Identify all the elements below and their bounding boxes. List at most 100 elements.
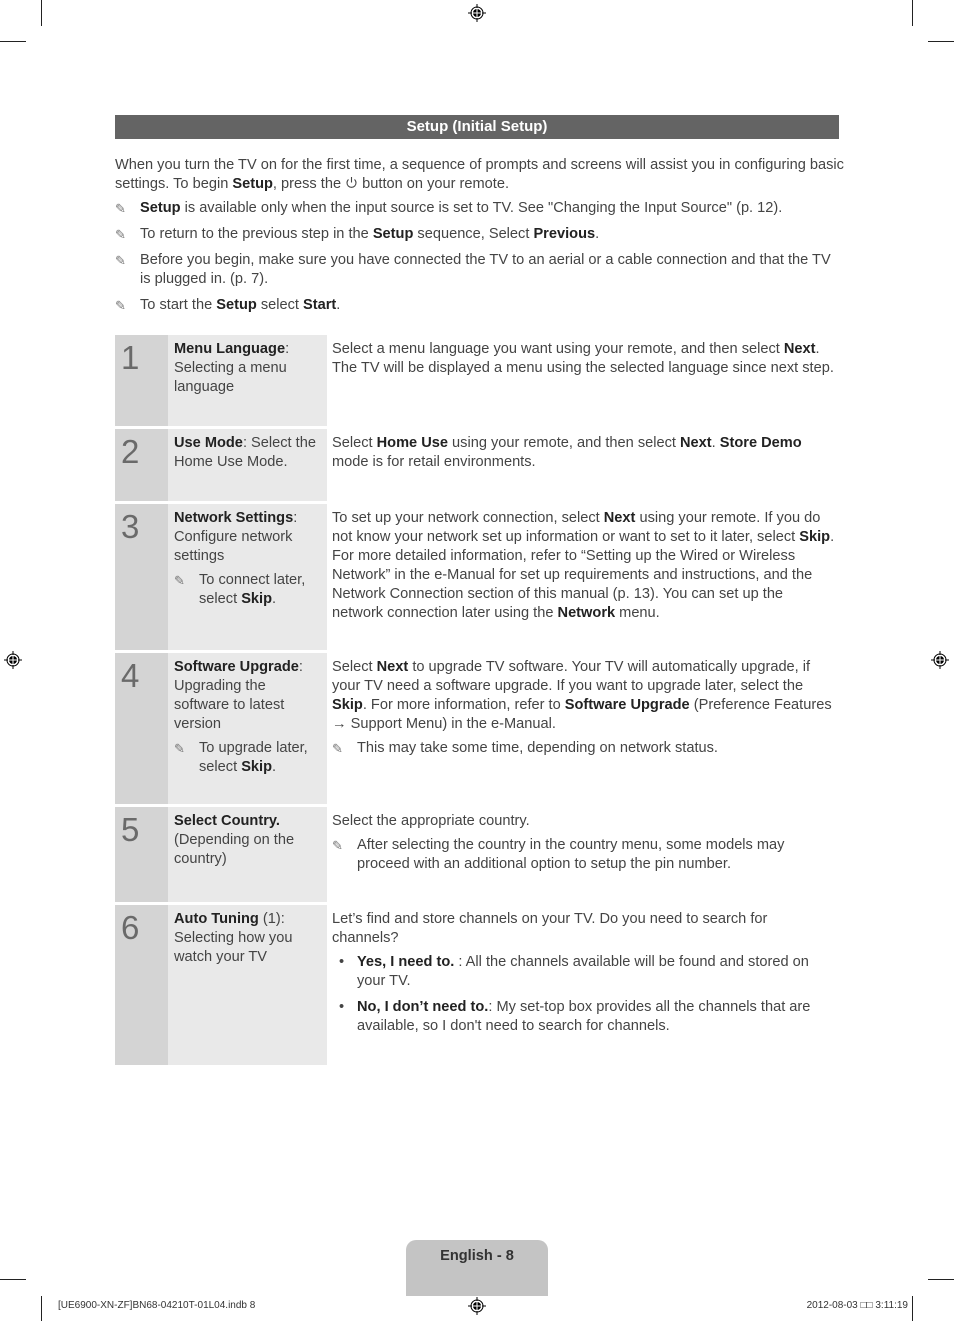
step-description: Let’s find and store channels on your TV… xyxy=(327,905,839,1065)
bold-term: Menu Language xyxy=(174,341,286,357)
bold-term: Next xyxy=(680,435,712,451)
note-pencil-icon: ✎ xyxy=(115,298,126,313)
registration-mark-icon xyxy=(468,4,486,22)
crop-mark xyxy=(41,0,42,26)
bold-term: Previous xyxy=(533,226,596,242)
step-description: Select Home Use using your remote, and t… xyxy=(327,429,839,501)
bold-term: Yes, I need to. xyxy=(357,954,455,970)
description-paragraph: Select the appropriate country. xyxy=(332,813,530,829)
step-name: Software Upgrade: Upgrading the software… xyxy=(168,653,327,804)
step-row: 6 Auto Tuning (1): Selecting how you watc… xyxy=(115,905,839,1065)
crop-mark xyxy=(0,41,26,42)
crop-mark xyxy=(928,1279,954,1280)
bold-term: Skip xyxy=(799,529,831,545)
note-pencil-icon: ✎ xyxy=(115,201,126,216)
note-text: To return to the previous step in the Se… xyxy=(140,226,600,242)
bold-term: Setup xyxy=(232,176,273,192)
description-paragraph: Let’s find and store channels on your TV… xyxy=(332,911,768,946)
step-name: Use Mode: Select the Home Use Mode. xyxy=(168,429,327,501)
bold-term: Next xyxy=(783,341,816,357)
option-item: • Yes, I need to. : All the channels avai… xyxy=(332,953,835,991)
crop-mark xyxy=(41,1296,42,1321)
intro-note: ✎ To return to the previous step in the S… xyxy=(115,225,845,244)
step-row: 4 Software Upgrade: Upgrading the softwar… xyxy=(115,653,839,804)
step-row: 5 Select Country. (Depending on the count… xyxy=(115,807,839,902)
step-title: Network Settings: Configure network sett… xyxy=(174,510,298,564)
bold-term: Setup xyxy=(216,297,257,313)
step-number: 5 xyxy=(115,807,168,902)
bold-term: Skip xyxy=(241,759,273,775)
step-description: Select a menu language you want using yo… xyxy=(327,335,839,426)
step-title: Menu Language: Selecting a menu language xyxy=(174,341,290,395)
bold-term: Software Upgrade xyxy=(564,697,690,713)
intro-note: ✎ Before you begin, make sure you have co… xyxy=(115,251,845,289)
note-text: This may take some time, depending on ne… xyxy=(357,740,718,756)
step-name-note: ✎ To upgrade later, select Skip. xyxy=(174,739,321,777)
registration-mark-icon xyxy=(468,1297,486,1315)
bold-term: Use Mode xyxy=(174,435,243,451)
bold-term: Home Use xyxy=(376,435,448,451)
registration-mark-icon xyxy=(4,651,22,669)
registration-mark-icon xyxy=(931,651,949,669)
bold-term: Auto Tuning xyxy=(174,911,259,927)
page-number-tab: English - 8 xyxy=(406,1240,548,1296)
step-number: 4 xyxy=(115,653,168,804)
description-note: ✎ After selecting the country in the coun… xyxy=(332,836,835,874)
note-pencil-icon: ✎ xyxy=(115,253,126,268)
option-text: Yes, I need to. : All the channels avail… xyxy=(357,954,809,989)
step-name: Network Settings: Configure network sett… xyxy=(168,504,327,650)
intro-note: ✎ To start the Setup select Start. xyxy=(115,296,845,315)
intro-paragraph: When you turn the TV on for the first ti… xyxy=(115,157,844,192)
print-timestamp: 2012-08-03 □□ 3:11:19 xyxy=(806,1300,908,1311)
step-description: Select the appropriate country. ✎ After se… xyxy=(327,807,839,902)
bold-term: Network xyxy=(557,605,616,621)
bold-term: Next xyxy=(376,659,409,675)
step-number: 1 xyxy=(115,335,168,426)
note-pencil-icon: ✎ xyxy=(332,838,343,853)
note-pencil-icon: ✎ xyxy=(174,741,185,756)
bold-term: Skip xyxy=(241,591,273,607)
note-pencil-icon: ✎ xyxy=(115,227,126,242)
note-pencil-icon: ✎ xyxy=(332,741,343,756)
note-pencil-icon: ✎ xyxy=(174,573,185,588)
note-text: Setup is available only when the input s… xyxy=(140,200,783,216)
bold-term: Select Country. xyxy=(174,813,280,829)
intro-notes: ✎ Setup is available only when the input … xyxy=(115,199,845,315)
description-paragraph: To set up your network connection, selec… xyxy=(332,510,835,621)
bullet-icon: • xyxy=(339,999,345,1015)
note-text: To start the Setup select Start. xyxy=(140,297,341,313)
note-text: To connect later, select Skip. xyxy=(199,572,306,607)
note-text: Before you begin, make sure you have con… xyxy=(140,252,831,287)
step-title: Auto Tuning (1): Selecting how you watch… xyxy=(174,911,293,965)
step-name-note: ✎ To connect later, select Skip. xyxy=(174,571,321,609)
file-info: [UE6900-XN-ZF]BN68-04210T-01L04.indb 8 xyxy=(58,1300,256,1311)
bold-term: Skip xyxy=(332,697,363,713)
steps-table: 1 Menu Language: Selecting a menu languag… xyxy=(115,335,839,1068)
step-name: Auto Tuning (1): Selecting how you watch… xyxy=(168,905,327,1065)
description-paragraph: Select Next to upgrade TV software. Your… xyxy=(332,659,832,732)
option-list: • Yes, I need to. : All the channels avai… xyxy=(332,953,835,1036)
intro: When you turn the TV on for the first ti… xyxy=(115,156,845,322)
crop-mark xyxy=(928,41,954,42)
step-row: 3 Network Settings: Configure network set… xyxy=(115,504,839,650)
bold-term: No, I don’t need to. xyxy=(357,999,489,1015)
section-title: Setup (Initial Setup) xyxy=(115,115,839,139)
step-title: Select Country. (Depending on the countr… xyxy=(174,813,295,867)
bold-term: Software Upgrade xyxy=(174,659,299,675)
step-name: Menu Language: Selecting a menu language xyxy=(168,335,327,426)
step-number: 2 xyxy=(115,429,168,501)
crop-mark xyxy=(912,1296,913,1321)
step-number: 6 xyxy=(115,905,168,1065)
bold-term: Setup xyxy=(372,226,414,242)
bold-term: Next xyxy=(603,510,636,526)
step-row: 2 Use Mode: Select the Home Use Mode. Sele… xyxy=(115,429,839,501)
note-text: After selecting the country in the count… xyxy=(357,837,785,872)
crop-mark xyxy=(0,1279,26,1280)
description-paragraph: Select a menu language you want using yo… xyxy=(332,341,834,376)
crop-mark xyxy=(912,0,913,26)
step-description: To set up your network connection, selec… xyxy=(327,504,839,650)
bold-term: Start xyxy=(303,297,337,313)
bold-term: Store Demo xyxy=(719,435,802,451)
option-item: • No, I don’t need to.: My set-top box pr… xyxy=(332,998,835,1036)
intro-note: ✎ Setup is available only when the input … xyxy=(115,199,845,218)
